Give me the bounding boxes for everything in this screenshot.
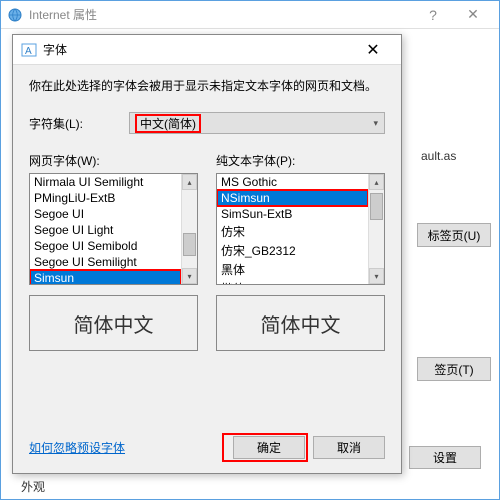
list-item[interactable]: Segoe UI Semilight [30, 254, 181, 270]
scrollbar[interactable]: ▴ ▾ [181, 174, 197, 284]
scroll-down-icon[interactable]: ▾ [182, 268, 197, 284]
home-tab-button[interactable]: 签页(T) [417, 357, 491, 381]
fonts-dialog: A 字体 ✕ 你在此处选择的字体会被用于显示未指定文本字体的网页和文档。 字符集… [12, 34, 402, 474]
list-item[interactable]: Simsun [30, 270, 181, 285]
ok-button[interactable]: 确定 [233, 436, 305, 459]
scroll-up-icon[interactable]: ▴ [182, 174, 197, 190]
plainfont-label: 纯文本字体(P): [216, 152, 385, 169]
parent-right-column: ault.as 标签页(U) 签页(T) [417, 149, 491, 411]
parent-titlebar: Internet 属性 ? ✕ [1, 1, 499, 29]
font-columns: 网页字体(W): Nirmala UI SemilightPMingLiU-Ex… [29, 152, 385, 351]
dialog-description: 你在此处选择的字体会被用于显示未指定文本字体的网页和文档。 [29, 77, 385, 94]
charset-row: 字符集(L): 中文(简体) ▾ [29, 112, 385, 134]
list-item[interactable]: Segoe UI [30, 206, 181, 222]
tabs-button[interactable]: 标签页(U) [417, 223, 491, 247]
scroll-down-icon[interactable]: ▾ [369, 268, 384, 284]
list-item[interactable]: MS Gothic [217, 174, 368, 190]
svg-text:A: A [25, 46, 32, 57]
chevron-down-icon: ▾ [373, 118, 378, 129]
list-item[interactable]: 黑体 [217, 260, 368, 279]
scroll-up-icon[interactable]: ▴ [369, 174, 384, 190]
webfont-label: 网页字体(W): [29, 152, 198, 169]
appearance-label: 外观 [21, 478, 45, 495]
help-button[interactable]: ? [413, 1, 453, 29]
list-item[interactable]: Nirmala UI Semilight [30, 174, 181, 190]
parent-title: Internet 属性 [29, 6, 97, 23]
scrollbar[interactable]: ▴ ▾ [368, 174, 384, 284]
ignore-presets-link[interactable]: 如何忽略预设字体 [29, 439, 125, 456]
webfont-preview: 简体中文 [29, 295, 198, 351]
settings-button[interactable]: 设置 [409, 446, 481, 469]
internet-icon [7, 7, 23, 23]
cancel-button[interactable]: 取消 [313, 436, 385, 459]
list-item[interactable]: SimSun-ExtB [217, 206, 368, 222]
close-button[interactable]: ✕ [453, 1, 493, 29]
charset-label: 字符集(L): [29, 115, 129, 132]
plainfont-listbox[interactable]: MS GothicNSimsunSimSun-ExtB仿宋仿宋_GB2312黑体… [216, 173, 385, 285]
list-item[interactable]: 仿宋_GB2312 [217, 241, 368, 260]
dialog-titlebar: A 字体 ✕ [13, 35, 401, 65]
charset-value: 中文(简体) [136, 115, 200, 132]
plainfont-preview: 简体中文 [216, 295, 385, 351]
list-item[interactable]: PMingLiU-ExtB [30, 190, 181, 206]
truncated-text: ault.as [417, 149, 491, 163]
list-item[interactable]: Segoe UI Semibold [30, 238, 181, 254]
dialog-footer: 如何忽略预设字体 确定 取消 [29, 436, 385, 459]
dialog-body: 你在此处选择的字体会被用于显示未指定文本字体的网页和文档。 字符集(L): 中文… [13, 65, 401, 363]
font-icon: A [21, 42, 37, 58]
list-item[interactable]: Segoe UI Light [30, 222, 181, 238]
list-item[interactable]: 楷体 [217, 279, 368, 285]
dialog-close-button[interactable]: ✕ [353, 35, 393, 65]
list-item[interactable]: 仿宋 [217, 222, 368, 241]
webfont-column: 网页字体(W): Nirmala UI SemilightPMingLiU-Ex… [29, 152, 198, 351]
webfont-listbox[interactable]: Nirmala UI SemilightPMingLiU-ExtBSegoe U… [29, 173, 198, 285]
charset-combobox[interactable]: 中文(简体) ▾ [129, 112, 385, 134]
plainfont-column: 纯文本字体(P): MS GothicNSimsunSimSun-ExtB仿宋仿… [216, 152, 385, 351]
list-item[interactable]: NSimsun [217, 190, 368, 206]
dialog-title: 字体 [43, 41, 67, 58]
